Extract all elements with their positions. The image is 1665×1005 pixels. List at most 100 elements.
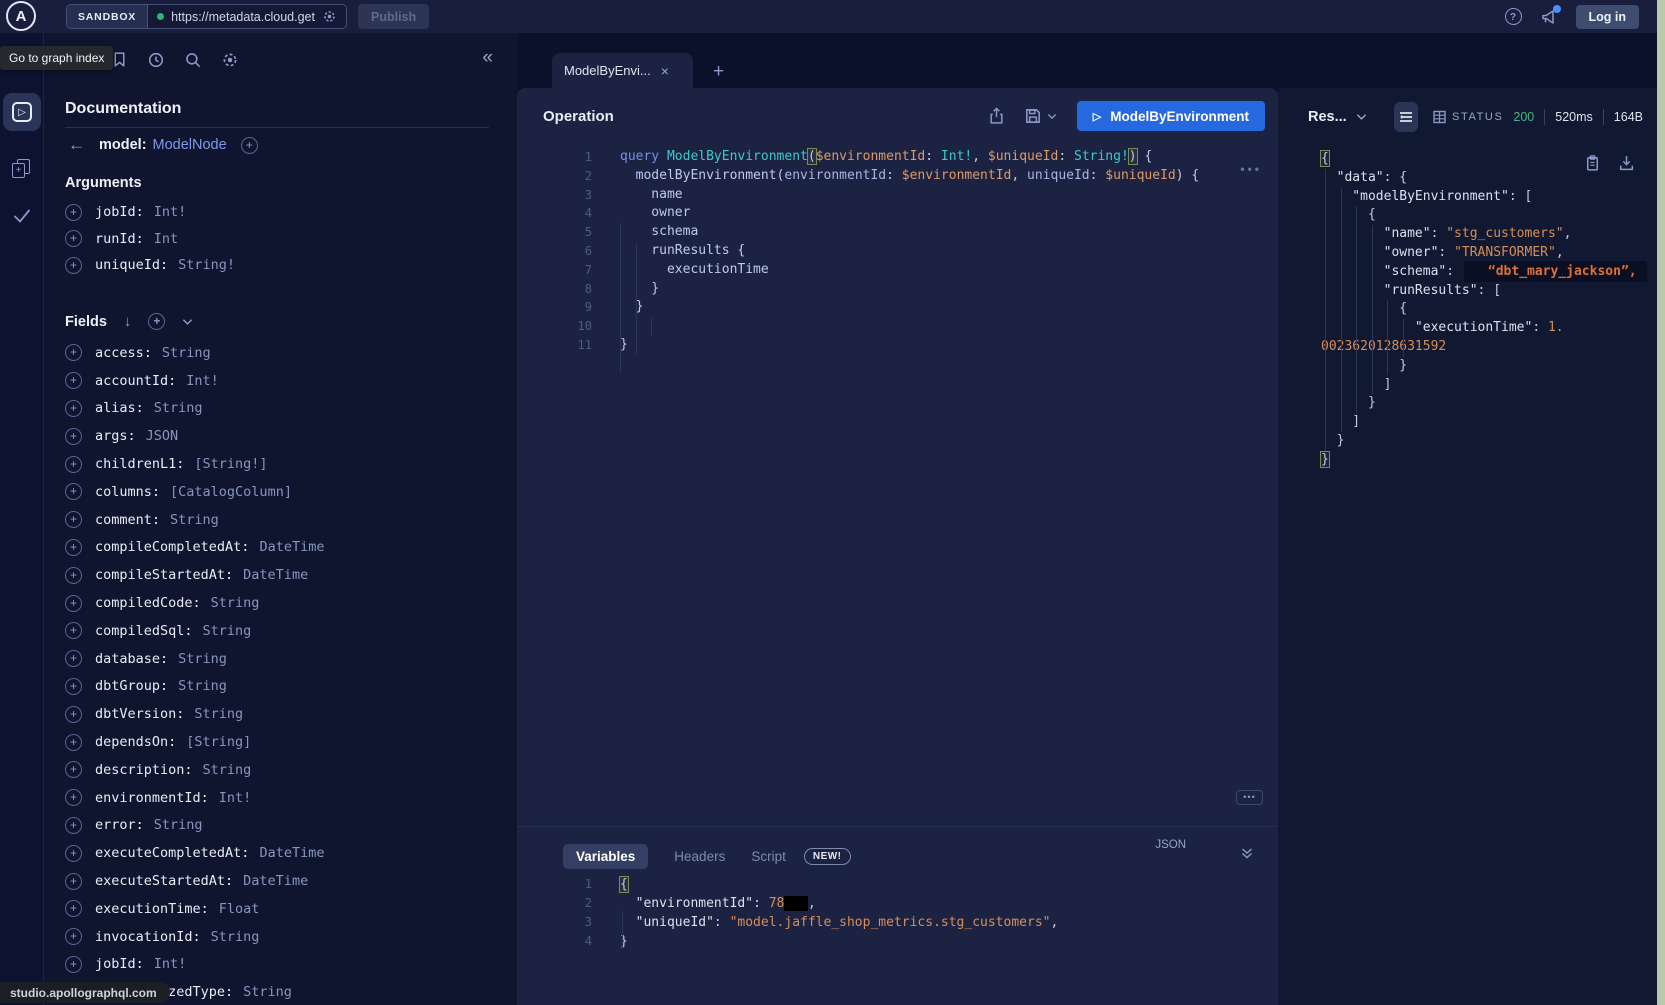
bookmark-icon[interactable] <box>111 51 128 68</box>
doc-field-row[interactable]: +compiledSql:String <box>65 617 517 645</box>
code-line[interactable]: } <box>1321 451 1657 470</box>
add-field-icon[interactable]: + <box>65 428 82 445</box>
add-field-icon[interactable]: + <box>65 483 82 500</box>
add-field-icon[interactable]: + <box>65 956 82 973</box>
add-field-icon[interactable]: + <box>65 734 82 751</box>
help-icon[interactable]: ? <box>1505 8 1522 25</box>
collapse-variables-icon[interactable] <box>1240 847 1254 860</box>
apollo-logo-icon[interactable]: A <box>6 1 36 31</box>
field-type[interactable]: DateTime <box>259 845 324 861</box>
tab-modelbyenvironment[interactable]: ModelByEnvi... × <box>552 53 693 88</box>
add-field-icon[interactable]: + <box>65 595 82 612</box>
code-line[interactable]: { <box>1321 150 1657 169</box>
settings-gear-icon[interactable] <box>221 51 239 69</box>
code-line[interactable]: 4} <box>552 932 1278 951</box>
announcements-megaphone-icon[interactable] <box>1539 7 1559 27</box>
code-line[interactable]: 3 name <box>552 186 1278 205</box>
code-line[interactable]: 9 } <box>552 298 1278 317</box>
field-type[interactable]: String <box>162 345 211 361</box>
doc-field-row[interactable]: +childrenL1:[String!] <box>65 450 517 478</box>
add-field-icon[interactable]: + <box>65 344 82 361</box>
field-type[interactable]: [String!] <box>194 456 267 472</box>
field-type[interactable]: String <box>154 400 203 416</box>
doc-field-row[interactable]: +description:String <box>65 756 517 784</box>
doc-field-row[interactable]: +args:JSON <box>65 422 517 450</box>
json-view-toggle[interactable] <box>1394 102 1418 132</box>
add-field-icon[interactable]: + <box>65 928 82 945</box>
add-field-icon[interactable]: + <box>65 567 82 584</box>
code-line[interactable]: } <box>1321 432 1657 451</box>
history-icon[interactable] <box>147 51 165 69</box>
add-field-icon[interactable]: + <box>65 817 82 834</box>
add-field-icon[interactable]: + <box>65 873 82 890</box>
code-line[interactable]: "data": { <box>1321 169 1657 188</box>
field-type[interactable]: DateTime <box>259 539 324 555</box>
doc-field-row[interactable]: +executeCompletedAt:DateTime <box>65 839 517 867</box>
code-line[interactable]: 6 runResults { <box>552 242 1278 261</box>
field-type[interactable]: Int! <box>219 790 252 806</box>
save-icon[interactable] <box>1024 107 1057 125</box>
add-field-icon[interactable]: + <box>65 678 82 695</box>
new-tab-button[interactable]: + <box>713 61 724 83</box>
add-all-fields-icon[interactable]: + <box>148 313 165 330</box>
code-line[interactable]: 1query ModelByEnvironment($environmentId… <box>552 148 1278 167</box>
publish-button[interactable]: Publish <box>358 4 429 29</box>
doc-field-row[interactable]: +compiledCode:String <box>65 589 517 617</box>
field-type[interactable]: Float <box>219 901 260 917</box>
doc-field-row[interactable]: +compileStartedAt:DateTime <box>65 561 517 589</box>
field-type[interactable]: String <box>211 929 260 945</box>
doc-field-row[interactable]: +jobId:Int! <box>65 199 517 226</box>
explorer-nav-item[interactable]: ▷ <box>3 93 41 131</box>
add-field-icon[interactable]: + <box>65 456 82 473</box>
endpoint-url-text[interactable]: https://metadata.cloud.get <box>171 10 315 24</box>
doc-field-row[interactable]: +access:String <box>65 339 517 367</box>
response-dropdown-chevron-icon[interactable] <box>1356 113 1367 121</box>
code-line[interactable]: "modelByEnvironment": [ <box>1321 188 1657 207</box>
field-type[interactable]: [CatalogColumn] <box>170 484 292 500</box>
add-field-icon[interactable]: + <box>65 372 82 389</box>
field-type[interactable]: String <box>203 762 252 778</box>
editor-overflow-menu[interactable]: ••• <box>1240 162 1262 176</box>
code-line[interactable]: 2 modelByEnvironment(environmentId: $env… <box>552 167 1278 186</box>
doc-field-row[interactable]: +alias:String <box>65 395 517 423</box>
field-type[interactable]: String <box>170 512 219 528</box>
doc-field-row[interactable]: +accountId:Int! <box>65 367 517 395</box>
add-field-icon[interactable]: + <box>65 706 82 723</box>
field-type[interactable]: String <box>194 706 243 722</box>
code-line[interactable]: ] <box>1321 413 1657 432</box>
response-title[interactable]: Res... <box>1308 109 1347 125</box>
add-field-icon[interactable]: + <box>65 400 82 417</box>
close-tab-icon[interactable]: × <box>661 63 669 79</box>
field-type[interactable]: String <box>243 984 292 1000</box>
field-type[interactable]: String! <box>178 257 235 273</box>
chevron-down-icon[interactable] <box>182 318 193 326</box>
add-field-icon[interactable]: + <box>65 900 82 917</box>
add-field-icon[interactable]: + <box>65 539 82 556</box>
code-line[interactable]: 2 "environmentId": 78 , <box>552 894 1278 913</box>
code-line[interactable]: 7 executionTime <box>552 261 1278 280</box>
back-arrow-icon[interactable]: ← <box>68 135 85 155</box>
doc-field-row[interactable]: +database:String <box>65 645 517 673</box>
collapse-sidebar-icon[interactable]: « <box>482 47 493 69</box>
doc-field-row[interactable]: +environmentId:Int! <box>65 784 517 812</box>
keyboard-shortcuts-button[interactable]: ••• <box>1236 790 1263 805</box>
code-line[interactable]: 3 "uniqueId": "model.jaffle_shop_metrics… <box>552 913 1278 932</box>
add-field-icon[interactable]: + <box>65 650 82 667</box>
tab-headers[interactable]: Headers <box>674 849 725 864</box>
type-name-link[interactable]: ModelNode <box>153 137 227 153</box>
code-line[interactable]: 1{ <box>552 875 1278 894</box>
doc-field-row[interactable]: +executeStartedAt:DateTime <box>65 867 517 895</box>
tab-variables[interactable]: Variables <box>563 844 648 869</box>
field-type[interactable]: String <box>203 623 252 639</box>
code-line[interactable]: { <box>1321 206 1657 225</box>
doc-field-row[interactable]: +executionTime:Float <box>65 895 517 923</box>
tab-script[interactable]: Script <box>751 849 786 864</box>
doc-field-row[interactable]: +comment:String <box>65 506 517 534</box>
doc-field-row[interactable]: +error:String <box>65 812 517 840</box>
field-type[interactable]: String <box>154 817 203 833</box>
field-type[interactable]: Int! <box>186 373 219 389</box>
share-icon[interactable] <box>988 107 1005 125</box>
doc-field-row[interactable]: +compileCompletedAt:DateTime <box>65 534 517 562</box>
add-field-icon[interactable]: + <box>65 257 82 274</box>
add-field-icon[interactable]: + <box>65 789 82 806</box>
